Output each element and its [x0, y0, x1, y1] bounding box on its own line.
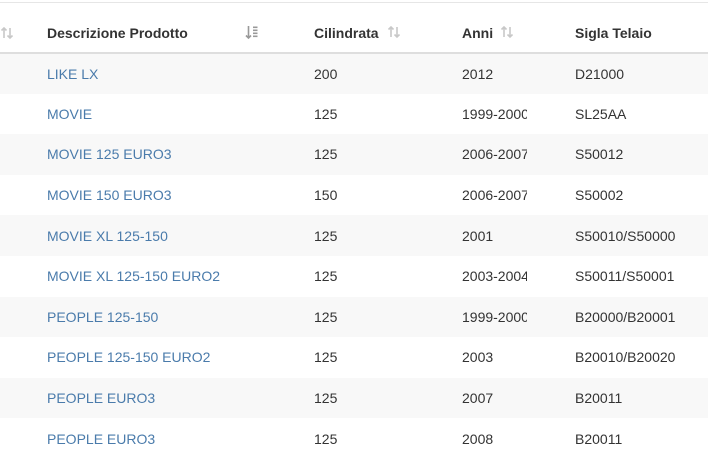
- cell-sigla-telaio: SL25AA: [575, 105, 627, 122]
- product-table-panel: Descrizione Prodotto Cilindrata Anni Sig…: [0, 0, 708, 466]
- product-link[interactable]: PEOPLE 125-150 EURO2: [47, 349, 210, 365]
- product-link[interactable]: LIKE LX: [47, 66, 98, 82]
- cell-sigla-telaio: B20011: [575, 430, 623, 447]
- table-row: LIKE LX 200 2012 D21000: [0, 53, 708, 94]
- cell-cilindrata: 125: [314, 105, 338, 122]
- sort-both-icon[interactable]: [387, 25, 401, 39]
- cell-anni: 1999-2000: [462, 105, 527, 122]
- column-header-label: Anni: [462, 24, 494, 41]
- product-link[interactable]: MOVIE XL 125-150: [47, 228, 168, 244]
- product-link[interactable]: MOVIE XL 125-150 EURO2: [47, 268, 220, 284]
- cell-anni: 2003-2004: [462, 268, 527, 285]
- table-row: MOVIE XL 125-150 EURO2 125 2003-2004 S50…: [0, 255, 708, 297]
- cell-descrizione: MOVIE: [0, 94, 266, 135]
- cell-descrizione: PEOPLE 125-150: [0, 297, 266, 338]
- table-row: MOVIE 150 EURO3 150 2006-2007 S50002: [0, 174, 708, 216]
- cell-anni: 2006-2007: [462, 146, 527, 163]
- table-row: PEOPLE 125-150 EURO2 125 2003 B20010/B20…: [0, 337, 708, 378]
- cell-sigla-telaio: B20010/B20020: [575, 349, 676, 366]
- cell-anni: 2006-2007: [462, 187, 527, 204]
- cell-anni: 1999-2000: [462, 308, 527, 325]
- table-row: PEOPLE 125-150 125 1999-2000 B20000/B200…: [0, 296, 708, 338]
- cell-descrizione: PEOPLE EURO3: [0, 378, 266, 419]
- table-row: PEOPLE EURO3 125 2007 B20011: [0, 377, 708, 419]
- cell-cilindrata: 200: [314, 65, 338, 82]
- cell-anni: 2012: [462, 65, 494, 82]
- cell-descrizione: MOVIE 125 EURO3: [0, 134, 266, 175]
- product-link[interactable]: PEOPLE EURO3: [47, 431, 155, 447]
- cell-cilindrata: 125: [314, 268, 338, 285]
- product-link[interactable]: MOVIE 150 EURO3: [47, 187, 172, 203]
- product-link[interactable]: PEOPLE 125-150: [47, 309, 158, 325]
- cell-descrizione: MOVIE XL 125-150 EURO2: [0, 256, 266, 297]
- product-link[interactable]: MOVIE 125 EURO3: [47, 146, 172, 162]
- sort-numeric-desc-icon[interactable]: [245, 25, 259, 40]
- cell-sigla-telaio: B20011: [575, 390, 623, 407]
- cell-sigla-telaio: S50012: [575, 146, 624, 163]
- table-row: MOVIE 125 EURO3 125 2006-2007 S50012: [0, 134, 708, 175]
- cell-sigla-telaio: D21000: [575, 65, 625, 82]
- column-header-label: Sigla Telaio: [575, 24, 652, 41]
- table-header-row: Descrizione Prodotto Cilindrata Anni Sig…: [0, 13, 708, 54]
- cell-descrizione: MOVIE 150 EURO3: [0, 175, 266, 216]
- product-link[interactable]: PEOPLE EURO3: [47, 390, 155, 406]
- cell-descrizione: PEOPLE 125-150 EURO2: [0, 337, 266, 378]
- cell-cilindrata: 125: [314, 349, 338, 366]
- cell-sigla-telaio: S50002: [575, 187, 624, 204]
- column-header-label: Descrizione Prodotto: [47, 24, 188, 41]
- cell-descrizione: MOVIE XL 125-150: [0, 215, 266, 256]
- cell-cilindrata: 125: [314, 227, 338, 244]
- cell-sigla-telaio: B20000/B20001: [575, 308, 676, 325]
- top-divider: [0, 2, 708, 3]
- cell-anni: 2007: [462, 390, 494, 407]
- table-row: PEOPLE EURO3 125 2008 B20011: [0, 418, 708, 459]
- cell-descrizione: LIKE LX: [0, 53, 266, 94]
- product-link[interactable]: MOVIE: [47, 106, 92, 122]
- product-table: Descrizione Prodotto Cilindrata Anni Sig…: [0, 13, 708, 459]
- cell-cilindrata: 125: [314, 308, 338, 325]
- cell-anni: 2008: [462, 430, 494, 447]
- cell-anni: 2001: [462, 227, 494, 244]
- table-row: MOVIE 125 1999-2000 SL25AA: [0, 93, 708, 135]
- sort-both-icon[interactable]: [500, 25, 514, 39]
- cell-cilindrata: 150: [314, 187, 338, 204]
- cell-cilindrata: 125: [314, 390, 338, 407]
- table-body: LIKE LX 200 2012 D21000 MOVIE 125 1999-2…: [0, 53, 708, 459]
- column-header-sigla-telaio[interactable]: Sigla Telaio: [500, 13, 708, 54]
- cell-descrizione: PEOPLE EURO3: [0, 418, 266, 459]
- sort-both-icon[interactable]: [0, 26, 47, 40]
- column-header-descrizione[interactable]: Descrizione Prodotto: [0, 13, 266, 54]
- table-row: MOVIE XL 125-150 125 2001 S50010/S50000: [0, 215, 708, 256]
- column-header-label: Cilindrata: [314, 24, 379, 41]
- cell-anni: 2003: [462, 349, 494, 366]
- cell-sigla-telaio: S50010/S50000: [575, 227, 676, 244]
- cell-cilindrata: 125: [314, 430, 338, 447]
- cell-cilindrata: 125: [314, 146, 338, 163]
- cell-sigla-telaio: S50011/S50001: [575, 268, 675, 285]
